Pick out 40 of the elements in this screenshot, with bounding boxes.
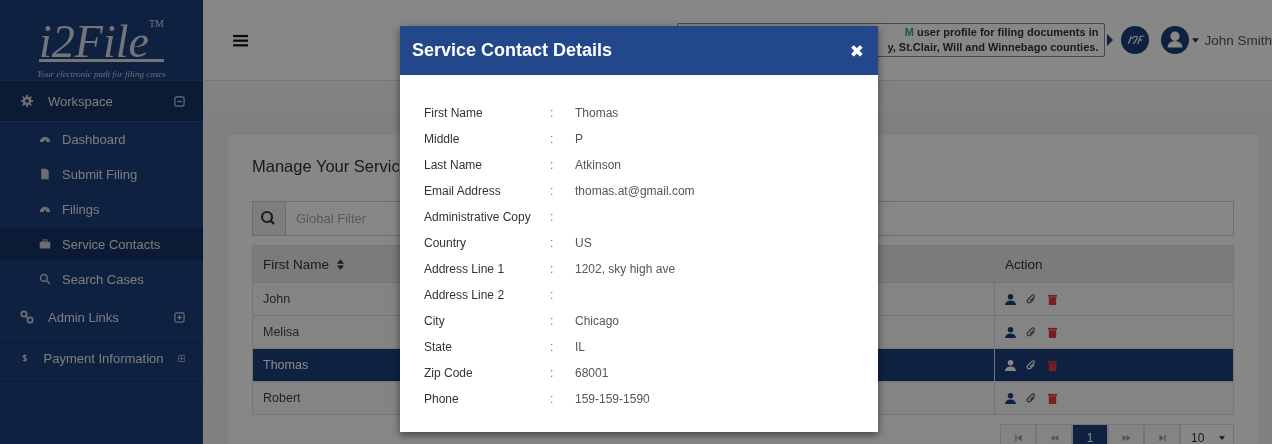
table-cell: Thomas xyxy=(263,358,309,372)
field-value: thomas.at@gmail.com xyxy=(575,184,695,198)
colon: : xyxy=(550,288,555,302)
field-label: City xyxy=(424,314,446,328)
colon: : xyxy=(550,132,555,146)
field-value: Atkinson xyxy=(575,158,622,172)
colon: : xyxy=(550,106,555,120)
field-value: 159-159-1590 xyxy=(575,392,650,406)
field-label: Email Address xyxy=(424,184,502,198)
field-label: Country xyxy=(424,236,468,250)
field-label: Phone xyxy=(424,392,460,406)
field-value: US xyxy=(575,236,592,250)
colon: : xyxy=(550,184,555,198)
field-label: Address Line 2 xyxy=(424,288,506,302)
modal-title: Service Contact Details xyxy=(412,40,613,61)
field-value: Chicago xyxy=(575,314,620,328)
colon: : xyxy=(550,392,555,406)
field-value: 1202, sky high ave xyxy=(575,262,676,276)
field-label: Administrative Copy xyxy=(424,210,532,224)
field-label: Last Name xyxy=(424,158,484,172)
field-value: Thomas xyxy=(575,106,619,120)
table-cell: Melisa xyxy=(263,325,300,339)
field-label: State xyxy=(424,340,454,354)
field-value: IL xyxy=(575,340,585,354)
colon: : xyxy=(550,340,555,354)
page-title: Manage Your Servic xyxy=(252,157,400,177)
colon: : xyxy=(550,210,555,224)
colon: : xyxy=(550,366,555,380)
table-cell: Robert xyxy=(263,391,301,405)
field-label: Address Line 1 xyxy=(424,262,506,276)
field-label: Middle xyxy=(424,132,461,146)
colon: : xyxy=(550,262,555,276)
colon: : xyxy=(550,314,555,328)
colon: : xyxy=(550,236,555,250)
field-label: Zip Code xyxy=(424,366,474,380)
field-label: First Name xyxy=(424,106,484,120)
field-value: 68001 xyxy=(575,366,609,380)
field-value: P xyxy=(575,132,583,146)
table-cell: John xyxy=(263,292,291,306)
colon: : xyxy=(550,158,555,172)
